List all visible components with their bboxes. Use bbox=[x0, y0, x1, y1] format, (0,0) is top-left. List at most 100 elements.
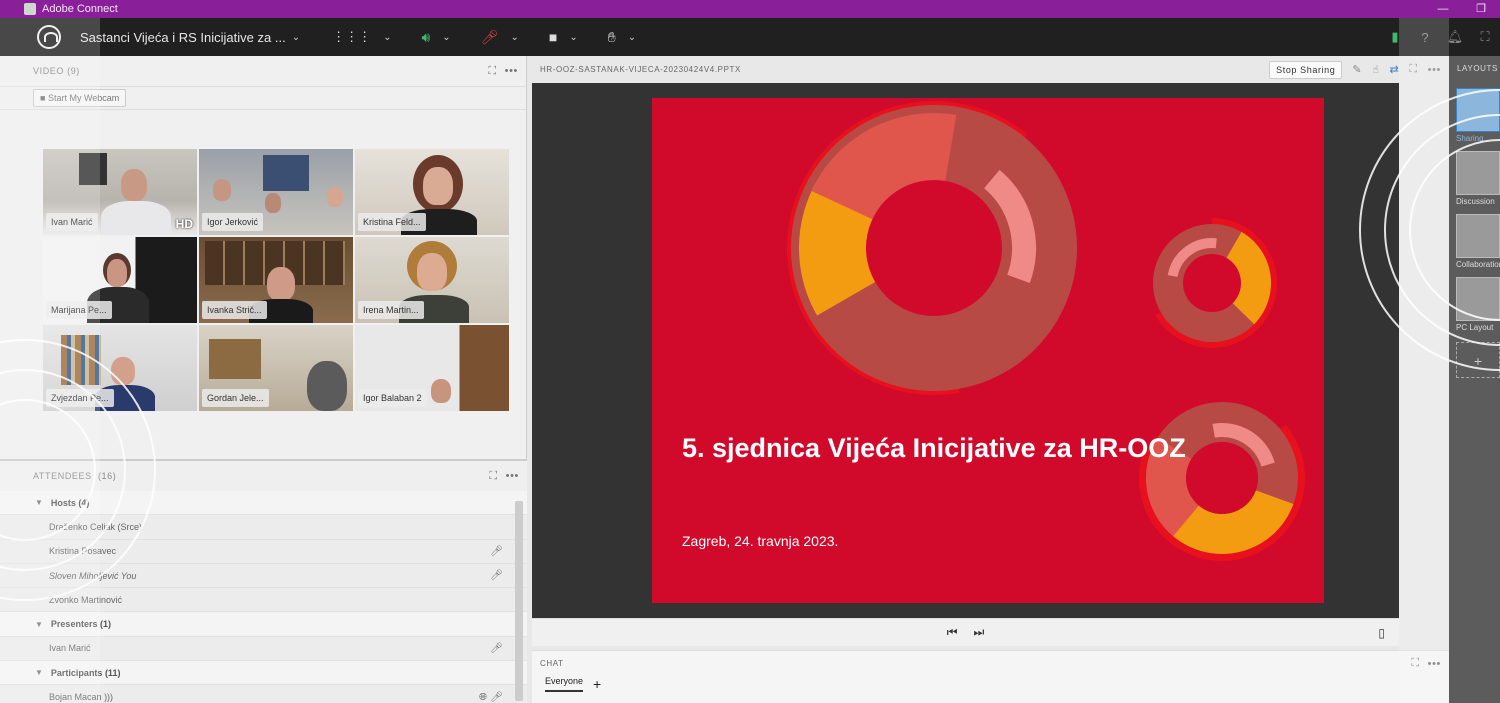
app-toolbar: Sastanci Vijeća i RS Inicijative za ... … bbox=[0, 18, 1500, 56]
attendee-row[interactable]: Draženko Celjak (Srce) bbox=[0, 515, 527, 540]
participant-head bbox=[307, 361, 347, 411]
maximize-icon[interactable]: ⛶ bbox=[1409, 63, 1417, 76]
share-stage: 5. sjednica Vijeća Inicijative za HR-OOZ… bbox=[532, 83, 1399, 618]
video-tile[interactable]: Irena Martin... bbox=[355, 237, 509, 323]
video-tile[interactable]: Ivan Marić HD bbox=[43, 149, 197, 235]
minimize-icon[interactable]: — bbox=[1424, 0, 1462, 18]
microphone-button[interactable]: 🎤︎ ⌄ bbox=[481, 29, 519, 46]
video-tile[interactable]: Zvjezdan Pe... bbox=[43, 325, 197, 411]
attendees-pod: ATTENDEES (16) ⛶ ••• ▼ Hosts (4) Draženko… bbox=[0, 459, 527, 703]
tile-name: Zvjezdan Pe... bbox=[46, 389, 114, 407]
more-options-icon[interactable]: ••• bbox=[1428, 658, 1441, 670]
sync-icon[interactable]: ⇄ bbox=[1390, 63, 1400, 76]
attendee-row[interactable]: Sloven Miholjević You 🎤︎ bbox=[0, 563, 527, 589]
previous-slide-icon[interactable]: ⏮ bbox=[947, 625, 958, 640]
meeting-title[interactable]: Sastanci Vijeća i RS Inicijative za ... bbox=[80, 30, 286, 45]
video-pod-title: VIDEO (9) bbox=[33, 66, 80, 76]
layout-label: PC Layout bbox=[1456, 323, 1494, 332]
more-options-icon[interactable]: ••• bbox=[505, 65, 518, 77]
pointer-hand-icon[interactable]: ☝︎ bbox=[1372, 63, 1379, 76]
video-pod-header: VIDEO (9) ⛶ ••• bbox=[0, 56, 526, 86]
maximize-icon[interactable]: ⛶ bbox=[488, 65, 496, 78]
attendee-row[interactable]: Ivan Marić 🎤︎ bbox=[0, 636, 527, 662]
attendee-name: Bojan Macan bbox=[49, 692, 102, 703]
speaker-button[interactable]: 🔊︎ ⌄ bbox=[421, 29, 450, 46]
maximize-icon[interactable]: ⛶ bbox=[1411, 657, 1419, 670]
layout-collaboration[interactable]: Collaboration bbox=[1456, 214, 1500, 269]
hand-icon: ✋︎ bbox=[607, 28, 616, 45]
attendee-name: Zvonko Martinović bbox=[49, 594, 123, 605]
raise-hand-button[interactable]: ✋︎ ⌄ bbox=[608, 29, 636, 46]
tile-name: Igor Jerković bbox=[202, 213, 264, 231]
stop-sharing-button[interactable]: Stop Sharing bbox=[1269, 60, 1343, 79]
maximize-icon[interactable]: ⛶ bbox=[489, 470, 497, 483]
wall-picture bbox=[79, 153, 107, 185]
more-options-icon[interactable]: ••• bbox=[506, 470, 519, 482]
chevron-down-icon: ⌄ bbox=[627, 31, 637, 43]
video-tile[interactable]: Marijana Pe... bbox=[43, 237, 197, 323]
apps-menu-button[interactable]: ⋮⋮⋮ ⌄ bbox=[332, 29, 391, 45]
chevron-down-icon: ⌄ bbox=[383, 31, 392, 43]
video-tile[interactable]: Igor Balaban 2 bbox=[355, 325, 509, 411]
restore-icon[interactable]: ❐ bbox=[1462, 0, 1500, 18]
slide-title: 5. sjednica Vijeća Inicijative za HR-OOZ bbox=[682, 433, 1186, 463]
sidebar-toggle-icon[interactable]: ▯ bbox=[1378, 626, 1385, 640]
notifications-icon[interactable]: 🔔︎ bbox=[1440, 29, 1470, 45]
attendee-name: Kristina Posavec bbox=[49, 546, 117, 557]
add-chat-tab-button[interactable]: + bbox=[593, 676, 601, 692]
chat-tab-everyone[interactable]: Everyone bbox=[545, 676, 584, 692]
attendee-row[interactable]: Zvonko Martinović bbox=[0, 588, 527, 613]
video-tile[interactable]: Kristina Feld... bbox=[355, 149, 509, 235]
layouts-sidebar: LAYOUTS Sharing Discussion Collaboration… bbox=[1449, 56, 1500, 703]
fullscreen-icon[interactable]: ⛶ bbox=[1470, 29, 1500, 45]
adobe-connect-icon bbox=[24, 3, 36, 15]
attendee-name: Sloven Miholjević You bbox=[49, 570, 137, 581]
microphone-icon: 🎤︎ bbox=[490, 691, 503, 703]
camera-icon: ■ bbox=[548, 29, 558, 45]
shelf bbox=[209, 339, 261, 379]
group-participants[interactable]: ▼ Participants (11) bbox=[0, 661, 527, 686]
layout-sharing[interactable]: Sharing bbox=[1456, 88, 1500, 143]
grid-icon: ⋮⋮⋮ bbox=[332, 29, 372, 44]
layout-thumbnail bbox=[1456, 151, 1500, 195]
tile-name: Ivanka Strič... bbox=[202, 301, 267, 319]
large-ring-graphic bbox=[786, 101, 1081, 395]
tile-name: Kristina Feld... bbox=[358, 213, 426, 231]
bookshelf bbox=[61, 335, 101, 385]
small-ring-graphic bbox=[1147, 218, 1277, 348]
group-label: Presenters (1) bbox=[50, 619, 111, 630]
microphone-muted-icon: 🎤︎ bbox=[490, 545, 503, 557]
camera-button[interactable]: ■ ⌄ bbox=[549, 29, 578, 45]
connection-status-icon[interactable]: ▮ bbox=[1380, 29, 1410, 45]
layout-discussion[interactable]: Discussion bbox=[1456, 151, 1500, 206]
video-tile[interactable]: Ivanka Strič... bbox=[199, 237, 353, 323]
video-tile[interactable]: Igor Jerković bbox=[199, 149, 353, 235]
layout-label: Collaboration bbox=[1456, 260, 1500, 269]
adobe-connect-logo-icon[interactable] bbox=[37, 25, 61, 49]
layout-pc[interactable]: PC Layout bbox=[1456, 277, 1500, 332]
start-webcam-button[interactable]: ■ Start My Webcam bbox=[33, 89, 127, 107]
attendee-row[interactable]: Kristina Posavec 🎤︎ bbox=[0, 539, 527, 564]
add-layout-button[interactable]: + bbox=[1456, 342, 1500, 378]
group-hosts[interactable]: ▼ Hosts (4) bbox=[0, 491, 527, 516]
chevron-down-icon[interactable]: ⌄ bbox=[292, 32, 300, 43]
help-icon[interactable]: ? bbox=[1410, 30, 1440, 45]
group-presenters[interactable]: ▼ Presenters (1) bbox=[0, 612, 527, 637]
layouts-title: LAYOUTS bbox=[1457, 63, 1498, 73]
next-slide-icon[interactable]: ⏭ bbox=[974, 625, 985, 640]
video-tile[interactable]: Gordan Jele... bbox=[199, 325, 353, 411]
attendees-scrollbar[interactable] bbox=[515, 501, 523, 701]
participant-face bbox=[121, 169, 147, 201]
layout-thumbnail bbox=[1456, 277, 1500, 321]
participant-face bbox=[107, 259, 127, 287]
video-pod-icons: ⛶ ••• bbox=[488, 56, 518, 86]
chat-title: CHAT bbox=[540, 659, 564, 668]
attendees-count: (16) bbox=[97, 471, 117, 481]
pen-icon[interactable]: ✎ bbox=[1352, 63, 1362, 76]
speaker-icon: 🔊︎ bbox=[421, 28, 431, 45]
toolbar-right: ▮ ? 🔔︎ ⛶ bbox=[1380, 18, 1500, 56]
attendee-row[interactable]: Bojan Macan ))) 🌐︎ 🎤︎ bbox=[0, 685, 527, 703]
group-label: Hosts (4) bbox=[50, 497, 90, 508]
more-options-icon[interactable]: ••• bbox=[1428, 64, 1441, 76]
participant-face bbox=[213, 179, 231, 201]
